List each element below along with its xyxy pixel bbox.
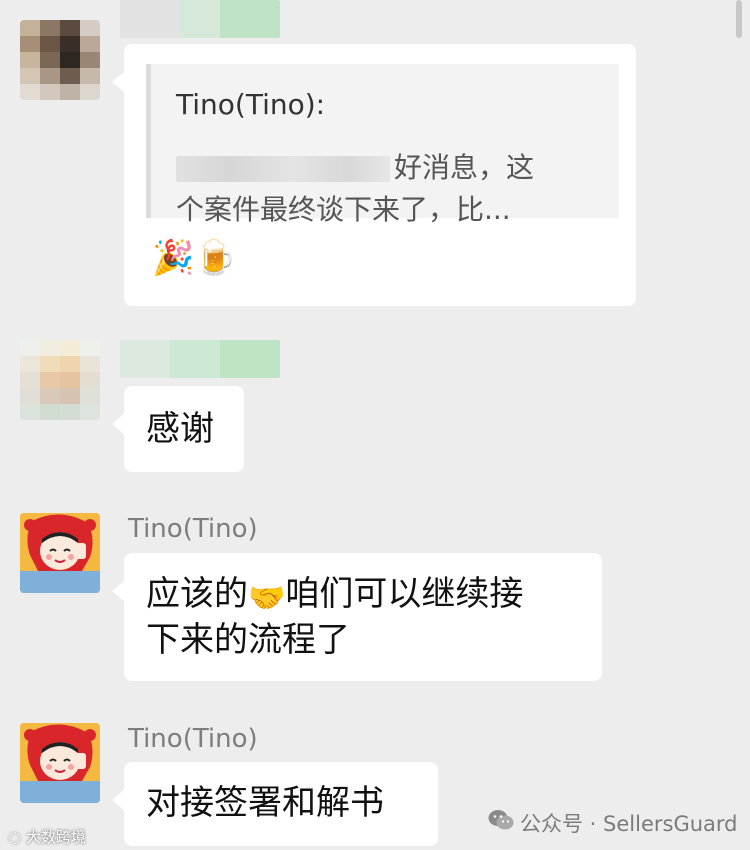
quoted-message[interactable]: Tino(Tino): 好消息，这 个案件最终谈下来了，比... [146, 64, 619, 226]
redacted-text [176, 156, 390, 182]
sender-avatar-blurred[interactable] [20, 340, 100, 420]
watermark-right: 公众号 · SellersGuard [520, 812, 738, 836]
message-text: 感谢 [146, 409, 214, 449]
wechat-icon [488, 810, 514, 830]
message-bubble-tino-reply-2[interactable]: 对接签署和解书 [112, 762, 438, 846]
watermark-logo-icon: ◌ [8, 828, 22, 846]
sender-name-blurred [120, 340, 280, 378]
message-text: 对接签署和解书 [146, 783, 384, 823]
tino-avatar[interactable] [20, 723, 100, 803]
quote-author: Tino(Tino): [176, 88, 326, 121]
message-text-line-1: 应该的🤝咱们可以继续接 [146, 571, 523, 622]
message-bubble-quoted-reply[interactable]: Tino(Tino): 好消息，这 个案件最终谈下来了，比... 🎉🍺 [112, 44, 636, 306]
message-text-line-2: 下来的流程了 [146, 620, 350, 660]
scrollbar[interactable] [736, 0, 742, 38]
quote-line-1: 好消息，这 [176, 146, 534, 186]
sender-name: Tino(Tino) [128, 514, 258, 544]
quote-line-2: 个案件最终谈下来了，比... [176, 193, 511, 226]
sender-name: Tino(Tino) [128, 724, 258, 754]
party-beer-emoji: 🎉🍺 [152, 238, 237, 278]
tino-avatar[interactable] [20, 513, 100, 593]
message-bubble-tino-reply-1[interactable]: 应该的🤝咱们可以继续接 下来的流程了 [112, 553, 602, 681]
sender-name-blurred [120, 0, 280, 38]
message-bubble-thanks[interactable]: 感谢 [112, 386, 244, 472]
sender-avatar-blurred[interactable] [20, 20, 100, 100]
watermark-left: ◌ 大数跨境 [8, 828, 86, 846]
handshake-emoji: 🤝 [248, 581, 286, 616]
